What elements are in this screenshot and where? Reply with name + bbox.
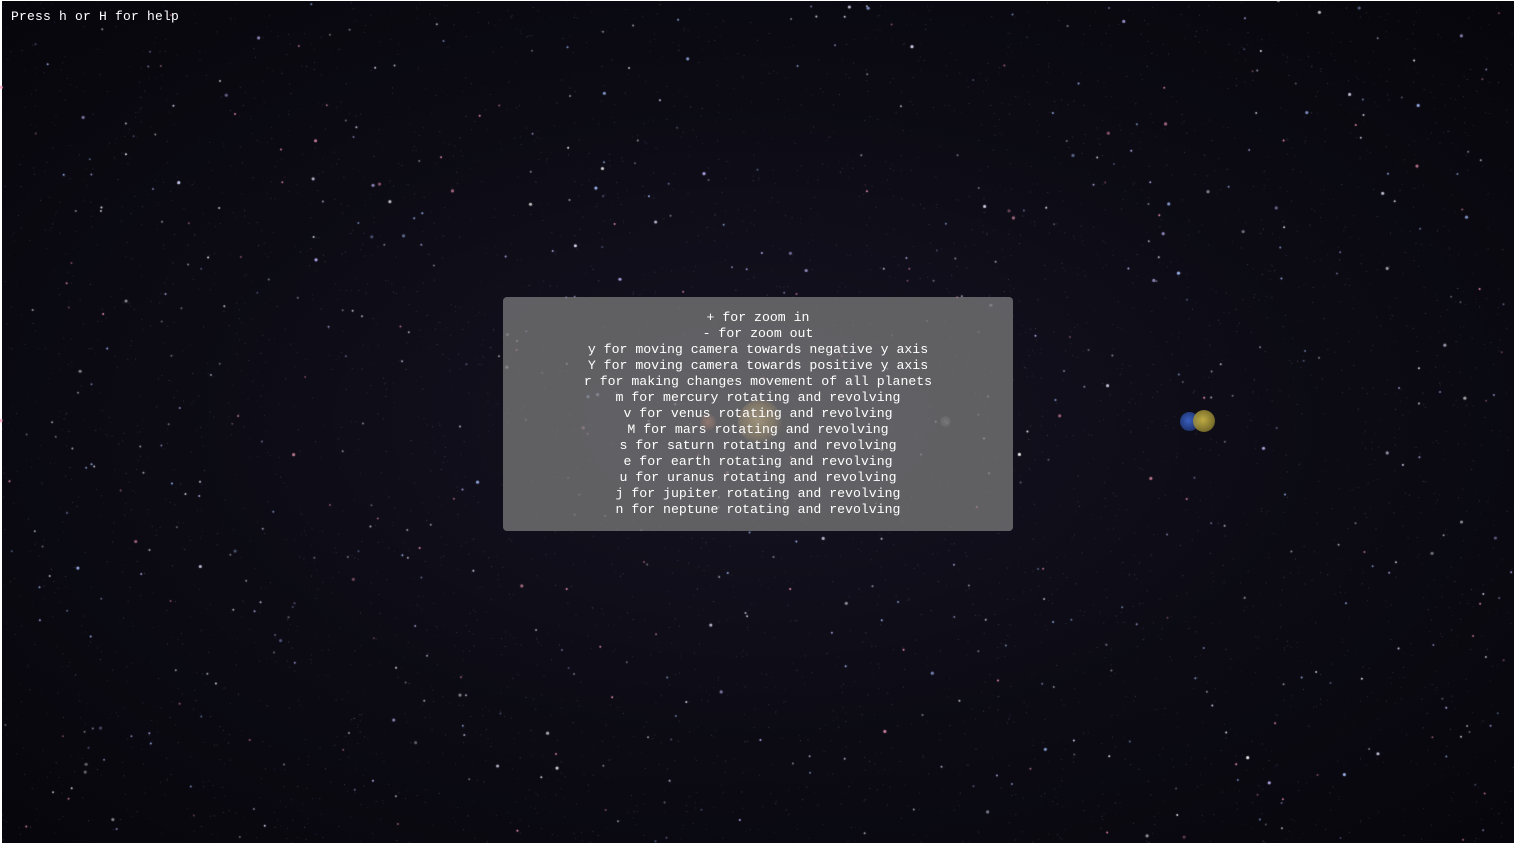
solar-system-viewport[interactable]: Press h or H for help + for zoom in - fo… bbox=[0, 0, 1514, 843]
help-line-neptune: n for neptune rotating and revolving bbox=[615, 502, 901, 517]
help-line-saturn: s for saturn rotating and revolving bbox=[619, 438, 897, 453]
help-line-earth: e for earth rotating and revolving bbox=[623, 454, 893, 469]
help-line-camera-positive-y: Y for moving camera towards positive y a… bbox=[587, 358, 929, 373]
help-line-zoom-out: - for zoom out bbox=[702, 326, 814, 341]
help-line-zoom-in: + for zoom in bbox=[706, 310, 810, 325]
help-line-venus: v for venus rotating and revolving bbox=[623, 406, 893, 421]
moon bbox=[1193, 410, 1215, 432]
help-hint: Press h or H for help bbox=[11, 9, 180, 24]
help-line-jupiter: j for jupiter rotating and revolving bbox=[615, 486, 901, 501]
help-line-uranus: u for uranus rotating and revolving bbox=[619, 470, 897, 485]
help-line-mars: M for mars rotating and revolving bbox=[627, 422, 889, 437]
help-panel: + for zoom in - for zoom out y for movin… bbox=[503, 297, 1013, 531]
help-line-mercury: m for mercury rotating and revolving bbox=[615, 390, 901, 405]
help-line-camera-negative-y: y for moving camera towards negative y a… bbox=[587, 342, 929, 357]
help-line-all-planets: r for making changes movement of all pla… bbox=[583, 374, 933, 389]
